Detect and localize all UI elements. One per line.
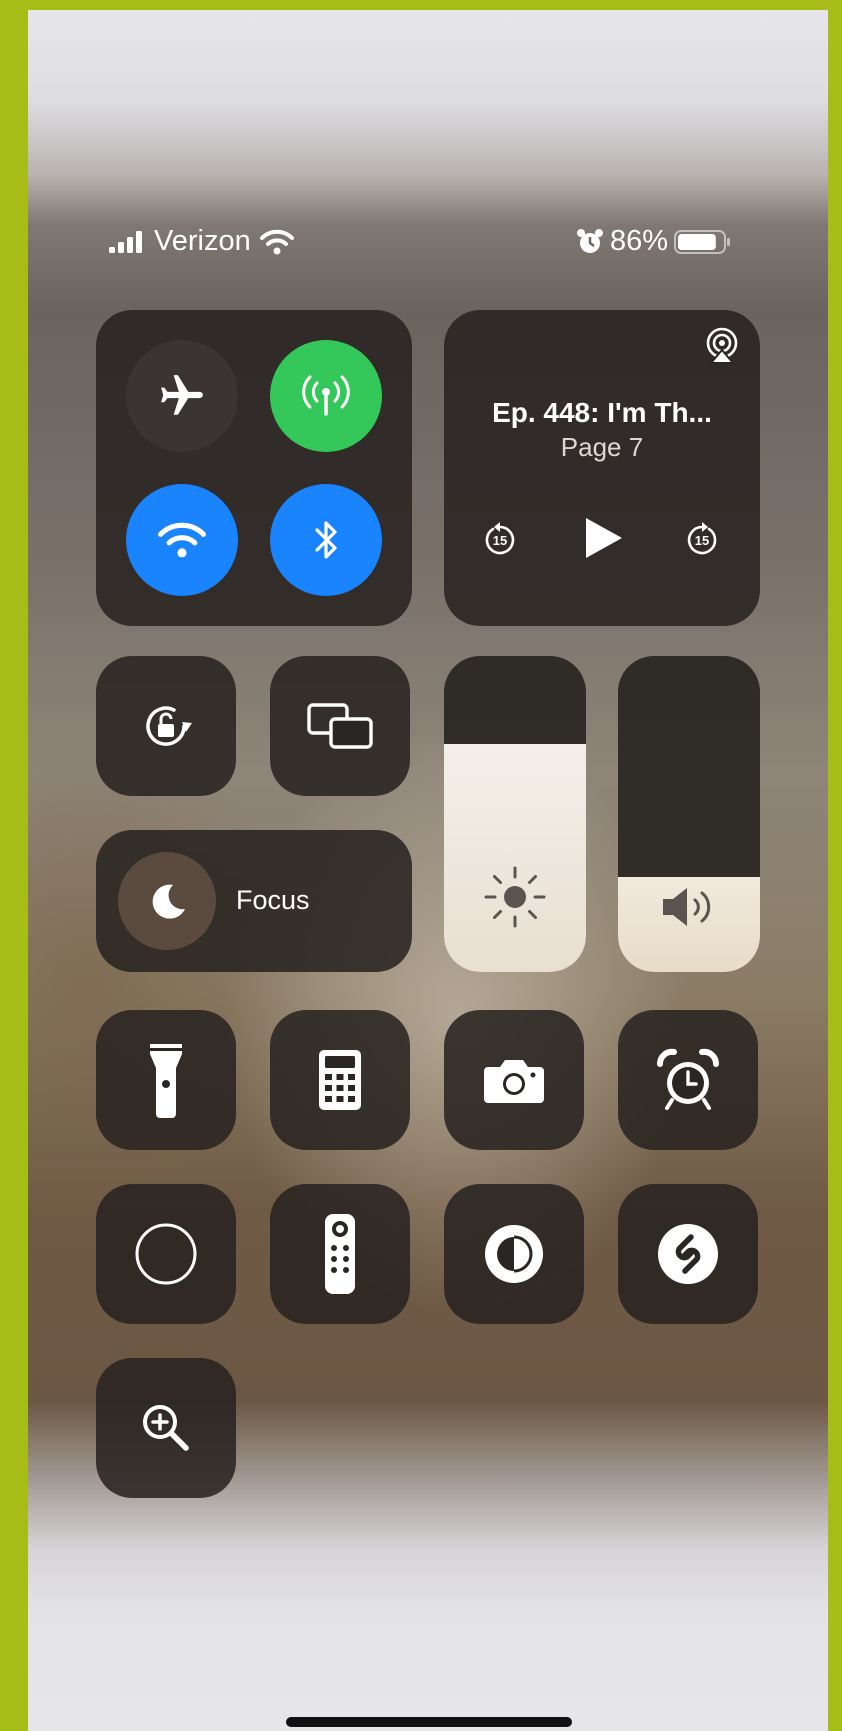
wifi-icon [259,229,294,254]
flashlight-icon [150,1044,182,1118]
rotation-lock-icon [146,706,192,746]
airplay-audio-icon[interactable] [702,326,742,366]
airplane-mode-toggle[interactable] [126,340,238,452]
play-icon[interactable] [582,515,626,561]
status-bar-right: 86% [576,225,732,258]
now-playing-module: Ep. 448: I'm Th... Page 7 15 15 [444,310,760,626]
volume-slider[interactable] [618,656,760,972]
now-playing-subtitle: Page 7 [560,432,644,462]
apple-tv-remote-button[interactable] [270,1184,410,1324]
antenna-icon [302,375,350,416]
flashlight-button[interactable] [96,1010,236,1150]
skip-forward-button[interactable]: 15 [682,520,722,560]
signal-bars-icon [109,230,142,253]
screen-recording-button[interactable] [96,1184,236,1324]
brightness-level-fill [444,744,586,972]
focus-button[interactable]: Focus [96,830,412,972]
wifi-icon [157,522,206,558]
now-playing-title: Ep. 448: I'm Th... [492,397,712,428]
status-bar-left: Verizon [108,225,295,258]
magnifier-button[interactable] [96,1358,236,1498]
brightness-slider[interactable] [444,656,586,972]
alarm-clock-icon [656,1048,720,1110]
dark-mode-icon [485,1225,543,1283]
brightness-sun-icon [484,866,546,928]
calculator-button[interactable] [270,1010,410,1150]
magnifier-icon [143,1405,189,1451]
control-center: Verizon 86% Ep. 448: I'm Th... Page 7 15… [28,10,828,1731]
home-indicator[interactable] [286,1717,572,1727]
battery-icon [674,229,731,254]
tv-remote-icon [325,1214,355,1294]
screen-mirroring-icon [307,703,373,749]
focus-label: Focus [236,885,310,915]
screen-rotation-lock-button[interactable] [96,656,236,796]
carrier-label: Verizon [154,225,251,257]
alarm-button[interactable] [618,1010,758,1150]
battery-percent: 86% [610,225,669,257]
airplane-icon [161,375,203,415]
camera-icon [484,1060,544,1103]
bluetooth-toggle[interactable] [270,484,382,596]
calculator-icon [319,1050,361,1110]
dark-mode-button[interactable] [444,1184,584,1324]
skip-back-button[interactable]: 15 [480,520,520,560]
bluetooth-icon [315,521,337,559]
record-circle-icon [135,1223,197,1285]
skip-back-seconds: 15 [492,533,508,548]
moon-icon [152,884,185,919]
connectivity-module [96,310,412,626]
wifi-toggle[interactable] [126,484,238,596]
shazam-icon [658,1224,718,1284]
focus-moon-circle [118,852,216,950]
camera-button[interactable] [444,1010,584,1150]
shazam-button[interactable] [618,1184,758,1324]
alarm-icon [577,228,603,253]
speaker-icon [663,888,711,926]
skip-forward-seconds: 15 [694,533,710,548]
cellular-data-toggle[interactable] [270,340,382,452]
screen-mirroring-button[interactable] [270,656,410,796]
